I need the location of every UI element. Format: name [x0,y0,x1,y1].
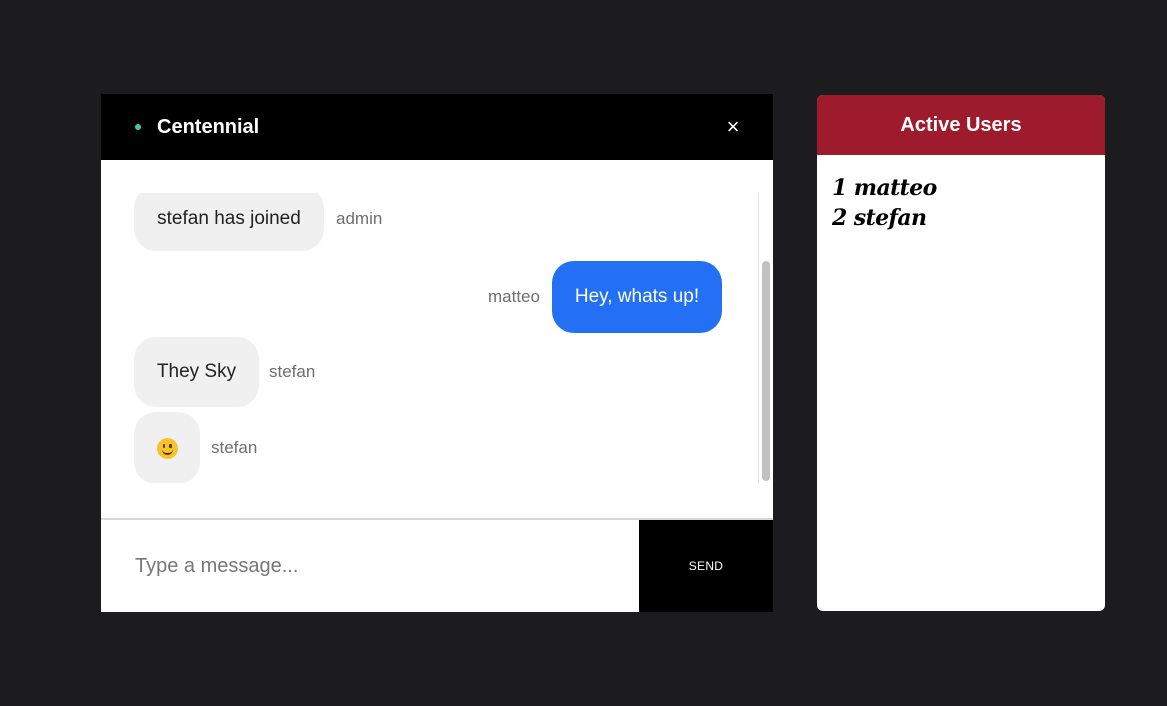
chat-window: Centennial × stefan has joined admin mat… [101,94,773,612]
message-row: stefan has joined admin [134,193,382,251]
user-index: 1 [832,175,847,201]
message-sender: stefan [269,362,316,381]
message-sender: stefan [211,438,258,457]
close-button[interactable]: × [721,114,745,140]
user-name: stefan [853,205,927,231]
message-bubble: They Sky [134,337,259,407]
slightly-smiling-face-icon [156,437,178,459]
message-bubble: stefan has joined [134,193,324,251]
message-list[interactable]: stefan has joined admin matteo Hey, what… [101,193,761,483]
scrollbar-track[interactable] [758,193,759,483]
chat-header: Centennial × [101,94,773,160]
message-bubble [134,412,200,483]
user-name: matteo [853,175,938,201]
active-users-list: 1 matteo 2 stefan [817,155,1105,233]
message-row: stefan [134,412,257,483]
active-users-header: Active Users [817,95,1105,155]
online-status-icon [135,124,141,130]
user-index: 2 [832,205,847,231]
active-users-panel: Active Users 1 matteo 2 stefan [817,95,1105,611]
user-list-item: 1 matteo [832,173,1105,203]
send-button[interactable]: SEND [639,520,773,612]
message-input[interactable] [101,520,639,612]
message-sender: admin [336,208,383,228]
active-users-title: Active Users [900,113,1022,136]
message-row: matteo Hey, whats up! [488,261,722,333]
user-list-item: 2 stefan [832,203,1105,233]
message-sender: matteo [488,287,540,306]
scrollbar-thumb[interactable] [762,261,770,481]
message-row: They Sky stefan [134,337,315,407]
message-bubble: Hey, whats up! [551,261,722,333]
room-title: Centennial [157,116,260,138]
